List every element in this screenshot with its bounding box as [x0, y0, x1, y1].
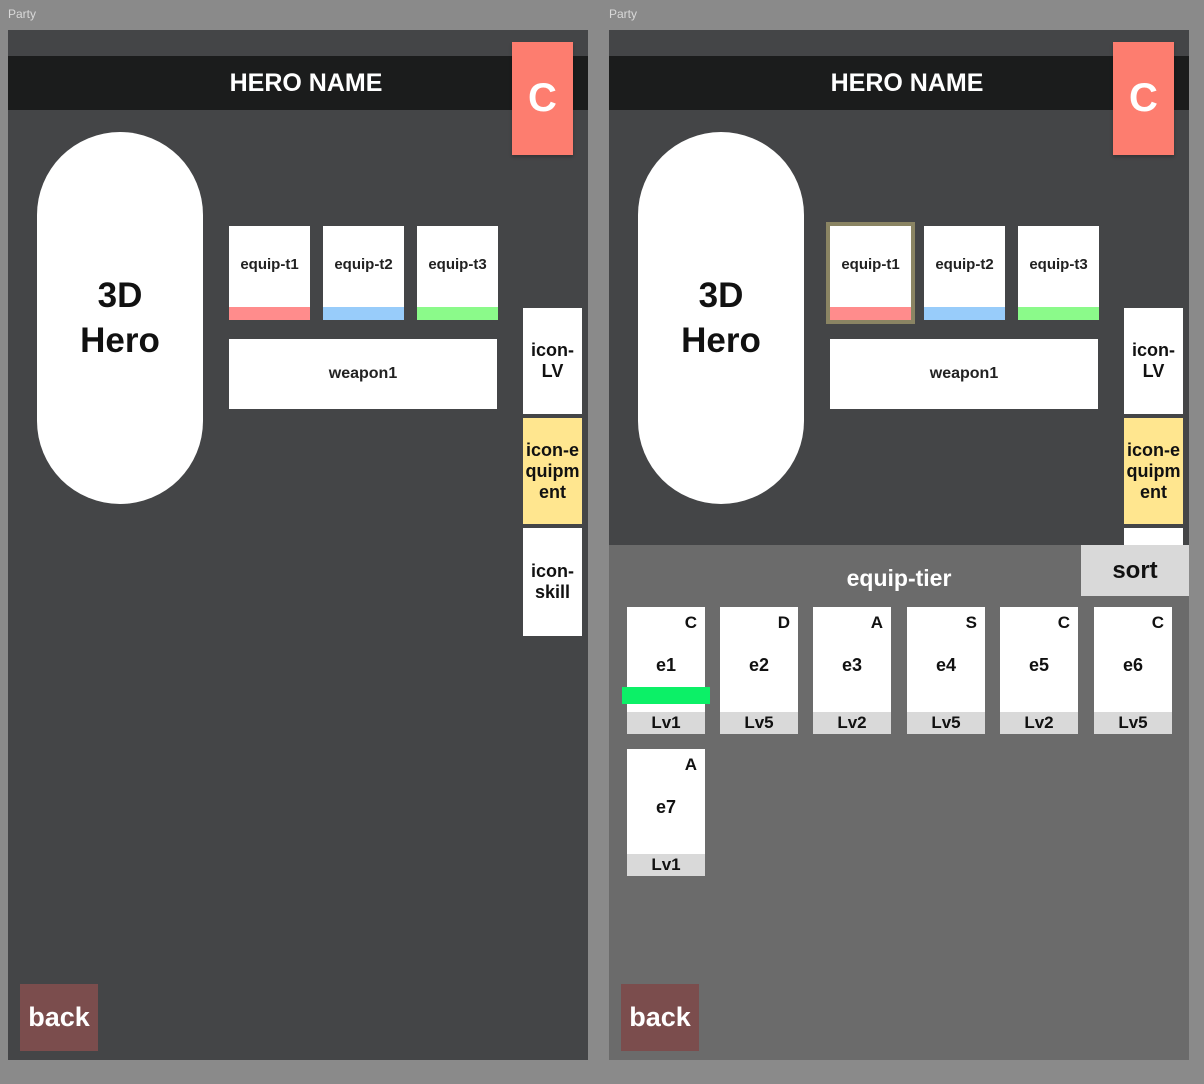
sort-button[interactable]: sort — [1081, 545, 1189, 596]
tier-color-bar — [417, 307, 498, 320]
item-grade: A — [684, 755, 697, 774]
tab-equipment[interactable]: icon-equipment — [523, 418, 582, 524]
header-bar: HERO NAME — [609, 56, 1189, 110]
party-screen-default: HERO NAME C 3D Hero equip-t1 equip-t2 equ… — [8, 30, 588, 1060]
equip-slot-label: equip-t3 — [428, 256, 487, 273]
tab-equipment-label: icon-equipment — [1126, 439, 1181, 502]
hero-3d-viewport[interactable]: 3D Hero — [638, 132, 804, 504]
tier-color-bar — [924, 307, 1005, 320]
weapon-slot[interactable]: weapon1 — [229, 339, 497, 409]
item-name: e7 — [655, 797, 677, 817]
equip-slot-t1[interactable]: equip-t1 — [826, 222, 915, 324]
tab-level-label: icon-LV — [1132, 340, 1175, 381]
tab-equipment-label: icon-equipment — [525, 439, 580, 502]
tab-equipment[interactable]: icon-equipment — [1124, 418, 1183, 524]
item-name: e5 — [1028, 655, 1050, 675]
tab-level[interactable]: icon-LV — [1124, 308, 1183, 414]
equip-slot-label: equip-t1 — [240, 256, 299, 273]
tab-level-label: icon-LV — [531, 340, 574, 381]
item-level: Lv5 — [1094, 712, 1172, 734]
equip-slot-label: equip-t3 — [1029, 256, 1088, 273]
party-screen-equipment-open: HERO NAME C 3D Hero equip-t1 equip-t2 equ… — [609, 30, 1189, 1060]
equipment-item-card[interactable]: D e2 Lv5 — [720, 607, 798, 734]
item-grade: A — [870, 613, 883, 632]
weapon-slot[interactable]: weapon1 — [830, 339, 1098, 409]
hero-name-title: HERO NAME — [830, 69, 984, 97]
item-level: Lv2 — [1000, 712, 1078, 734]
item-level: Lv5 — [720, 712, 798, 734]
hero-name-title: HERO NAME — [229, 69, 383, 97]
tier-color-bar — [1018, 307, 1099, 320]
item-grade: C — [1057, 613, 1070, 632]
tab-level[interactable]: icon-LV — [523, 308, 582, 414]
equip-slot-t2[interactable]: equip-t2 — [323, 226, 404, 320]
item-level: Lv1 — [627, 854, 705, 876]
close-button[interactable]: C — [1113, 42, 1174, 155]
item-grade: D — [777, 613, 790, 632]
equip-slot-label: equip-t2 — [935, 256, 994, 273]
item-level: Lv1 — [627, 712, 705, 734]
frame-label: Party — [609, 7, 638, 21]
equipment-item-card[interactable]: S e4 Lv5 — [907, 607, 985, 734]
item-grade: C — [684, 613, 697, 632]
frame-label: Party — [8, 7, 37, 21]
back-button[interactable]: back — [621, 984, 699, 1051]
header-bar: HERO NAME — [8, 56, 588, 110]
equipment-item-card[interactable]: C e6 Lv5 — [1094, 607, 1172, 734]
equip-slot-label: equip-t1 — [841, 256, 900, 273]
hero-3d-viewport[interactable]: 3D Hero — [37, 132, 203, 504]
equipment-item-card[interactable]: A e3 Lv2 — [813, 607, 891, 734]
back-button[interactable]: back — [20, 984, 98, 1051]
item-name: e1 — [655, 655, 677, 675]
item-grade: S — [965, 613, 977, 632]
item-name: e2 — [748, 655, 770, 675]
equip-slot-t1[interactable]: equip-t1 — [229, 226, 310, 320]
equipment-item-card[interactable]: C e5 Lv2 — [1000, 607, 1078, 734]
equip-slot-t3[interactable]: equip-t3 — [1018, 226, 1099, 320]
tier-color-bar — [229, 307, 310, 320]
equipment-item-card[interactable]: A e7 Lv1 — [627, 749, 705, 876]
tab-skill[interactable]: icon-skill — [523, 528, 582, 636]
item-name: e3 — [841, 655, 863, 675]
item-grade: C — [1151, 613, 1164, 632]
equip-slot-t3[interactable]: equip-t3 — [417, 226, 498, 320]
item-name: e6 — [1122, 655, 1144, 675]
equip-slot-label: equip-t2 — [334, 256, 393, 273]
tab-skill-label: icon-skill — [531, 561, 574, 602]
selected-indicator — [622, 687, 710, 704]
close-button[interactable]: C — [512, 42, 573, 155]
hero-label-line2: Hero — [681, 321, 761, 360]
equip-slot-t2[interactable]: equip-t2 — [924, 226, 1005, 320]
hero-label-line1: 3D — [97, 276, 143, 315]
hero-label-line2: Hero — [80, 321, 160, 360]
tier-color-bar — [830, 307, 911, 320]
item-level: Lv5 — [907, 712, 985, 734]
tier-color-bar — [323, 307, 404, 320]
item-name: e4 — [935, 655, 957, 675]
equipment-item-card[interactable]: C e1 Lv1 — [622, 607, 710, 734]
item-level: Lv2 — [813, 712, 891, 734]
hero-label-line1: 3D — [698, 276, 744, 315]
equip-tier-panel: equip-tier sort C e1 Lv1 D e2 Lv5 A e3 L… — [609, 545, 1189, 1060]
